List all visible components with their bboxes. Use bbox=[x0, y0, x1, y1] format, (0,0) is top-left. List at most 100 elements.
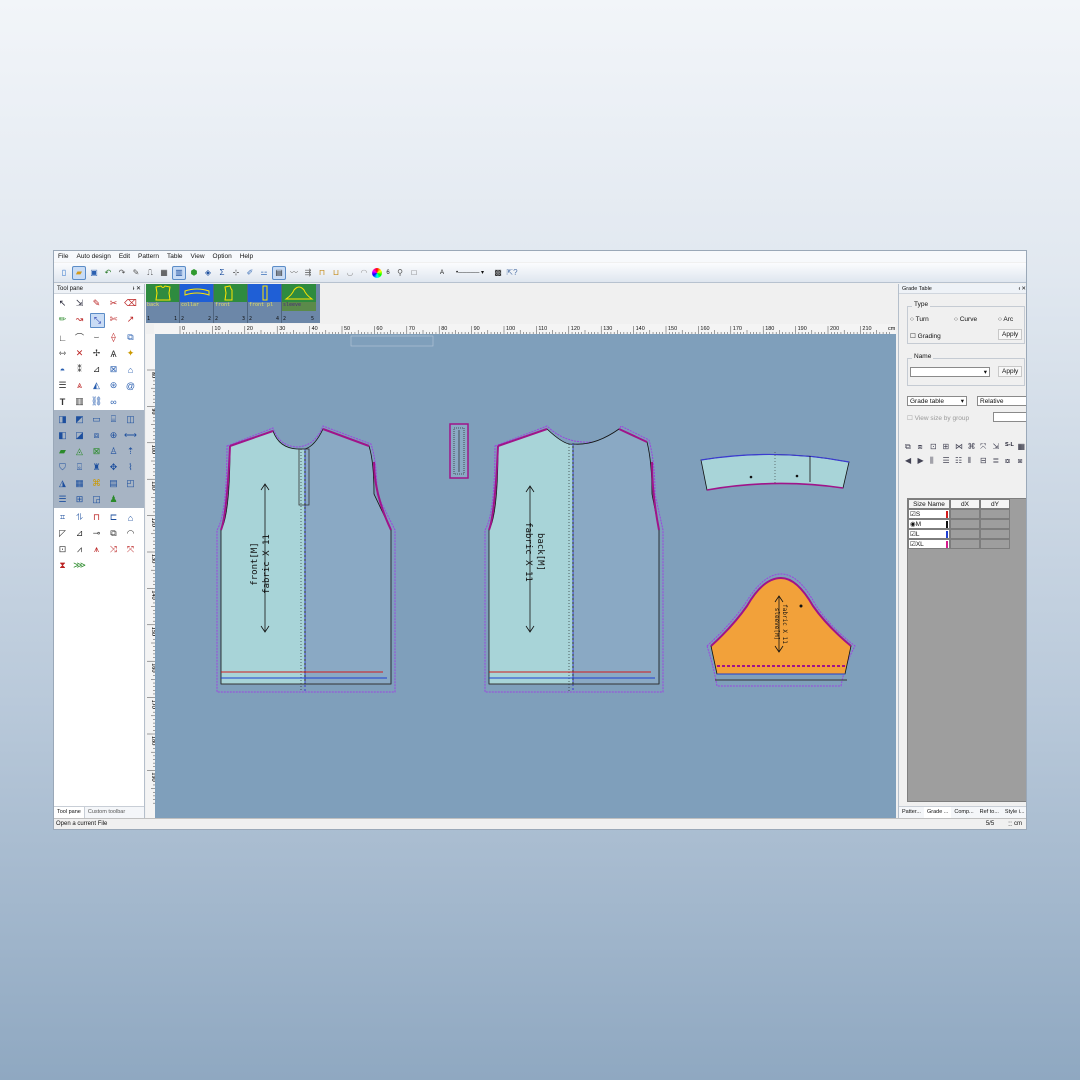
piece-thumb-back[interactable]: back 1 1 bbox=[146, 284, 180, 323]
line-adjust-icon[interactable]: ⤡ bbox=[90, 313, 105, 328]
grade-tool-11-icon[interactable]: ⊡ bbox=[56, 543, 69, 556]
square-icon[interactable]: □ bbox=[408, 267, 420, 279]
pleat-icon[interactable]: ⩓ bbox=[73, 379, 86, 392]
next-icon[interactable]: ▶ bbox=[918, 456, 930, 466]
open-file-icon[interactable]: ▰ bbox=[72, 265, 86, 280]
sleeve-pattern-piece[interactable]: sleeve[M] fabric X 11 bbox=[706, 573, 856, 687]
save-icon[interactable]: ▣ bbox=[88, 267, 100, 279]
pen-line-icon[interactable]: ✎ bbox=[90, 297, 103, 310]
line-width-value[interactable]: 6 bbox=[384, 267, 392, 279]
view-by-group-checkbox[interactable]: ☐ View size by group bbox=[907, 414, 969, 422]
line-style-label[interactable]: A bbox=[436, 267, 448, 279]
paste-y-icon[interactable]: ⊞ bbox=[943, 442, 955, 452]
piece-tool-13-icon[interactable]: ⊠ bbox=[90, 445, 103, 458]
corner-icon[interactable]: ∟ bbox=[56, 331, 69, 344]
piece-tool-24-icon[interactable]: ▤ bbox=[107, 477, 120, 490]
house-icon[interactable]: ⌂ bbox=[124, 363, 137, 376]
dx-cell[interactable] bbox=[950, 509, 980, 519]
grid-icon[interactable]: ▦ bbox=[158, 267, 170, 279]
pen-icon[interactable]: ✎ bbox=[130, 267, 142, 279]
split-icon[interactable]: ✢ bbox=[90, 347, 103, 360]
menu-table[interactable]: Table bbox=[163, 253, 187, 260]
size-cell[interactable]: ☑ S bbox=[908, 509, 950, 519]
rows-icon[interactable]: ≣ bbox=[993, 456, 1005, 466]
piece-thumb-collar[interactable]: collar 2 2 bbox=[180, 284, 214, 323]
cut-tool-icon[interactable]: ✂ bbox=[107, 297, 120, 310]
piece-tool-23-icon[interactable]: ⌘ bbox=[90, 477, 103, 490]
grade-tool-5-icon[interactable]: ⌂ bbox=[124, 511, 137, 524]
size-row-xl[interactable]: ☑ XL bbox=[908, 539, 1026, 549]
smart-pen-icon[interactable]: ⇲ bbox=[73, 297, 86, 310]
curve2-icon[interactable]: ⌣ bbox=[90, 331, 103, 344]
shape2-icon[interactable]: ◠ bbox=[358, 267, 370, 279]
dy-cell[interactable] bbox=[980, 529, 1010, 539]
piece-tool-10-icon[interactable]: ⟷ bbox=[124, 429, 137, 442]
link-icon[interactable]: ⛓ bbox=[90, 395, 103, 408]
sum-icon[interactable]: Σ bbox=[216, 267, 228, 279]
grade-tool-4-icon[interactable]: ⊏ bbox=[107, 511, 120, 524]
curve-edit-icon[interactable]: ↝ bbox=[73, 313, 86, 326]
piece-thumb-sleeve[interactable]: sleeve 2 5 bbox=[282, 284, 316, 323]
piece-tool-19-icon[interactable]: ✥ bbox=[107, 461, 120, 474]
piece-tool-7-icon[interactable]: ◪ bbox=[73, 429, 86, 442]
seam-icon[interactable]: ☰ bbox=[56, 379, 69, 392]
drill-icon[interactable]: ⊛ bbox=[107, 379, 120, 392]
curve-icon[interactable]: 〰 bbox=[288, 267, 300, 279]
dx-cell[interactable] bbox=[950, 529, 980, 539]
grade-tool-9-icon[interactable]: ⧉ bbox=[107, 527, 120, 540]
shape-icon[interactable]: ◡ bbox=[344, 267, 356, 279]
size-row-l[interactable]: ☑ L bbox=[908, 529, 1026, 539]
grading-icon[interactable]: ◈ bbox=[202, 267, 214, 279]
piece-tool-6-icon[interactable]: ◧ bbox=[56, 429, 69, 442]
grade-tool-14-icon[interactable]: ⤨ bbox=[107, 543, 120, 556]
piece-tool-4-icon[interactable]: ⌸ bbox=[107, 413, 120, 426]
text-tool-icon[interactable]: T bbox=[56, 395, 69, 408]
table-icon[interactable]: ▤ bbox=[272, 265, 286, 280]
front-pattern-piece[interactable]: front[M] fabric X 11 bbox=[216, 425, 396, 693]
apply-name-button[interactable]: Apply bbox=[998, 366, 1023, 377]
select-arrow-icon[interactable]: ↖ bbox=[56, 297, 69, 310]
fold-icon[interactable]: ⊠ bbox=[107, 363, 120, 376]
s-l-icon[interactable]: S-L bbox=[1005, 442, 1017, 452]
paste-x-icon[interactable]: ⊡ bbox=[930, 442, 942, 452]
mode-select[interactable]: Grade table ▾ bbox=[907, 396, 967, 406]
menu-view[interactable]: View bbox=[187, 253, 209, 260]
back-pattern-piece[interactable]: back[M] fabric X 11 bbox=[484, 425, 664, 693]
piece-tool-27-icon[interactable]: ⊞ bbox=[73, 493, 86, 506]
grade-tool-15-icon[interactable]: ⤧ bbox=[124, 543, 137, 556]
piece-thumb-front[interactable]: front 2 3 bbox=[214, 284, 248, 323]
menu-auto-design[interactable]: Auto design bbox=[72, 253, 114, 260]
mirror-x-icon[interactable]: ⋈ bbox=[955, 442, 967, 452]
apply-type-button[interactable]: Apply bbox=[998, 329, 1023, 340]
split-grid-icon[interactable]: ⊟ bbox=[980, 456, 992, 466]
grade-tool-8-icon[interactable]: ⊸ bbox=[90, 527, 103, 540]
size-cell[interactable]: ◉ M bbox=[908, 519, 950, 529]
dy-cell[interactable] bbox=[980, 519, 1010, 529]
grade-grid-icon[interactable]: ▦ bbox=[1018, 442, 1027, 452]
measure-tape-icon[interactable]: ⇿ bbox=[56, 347, 69, 360]
piece-tool-3-icon[interactable]: ▭ bbox=[90, 413, 103, 426]
scale-icon[interactable]: ⇲ bbox=[993, 442, 1005, 452]
radio-turn[interactable]: ○ Turn bbox=[910, 316, 929, 323]
size-row-m[interactable]: ◉ M bbox=[908, 519, 1026, 529]
print-icon[interactable]: ⎍ bbox=[144, 267, 156, 279]
columns-icon[interactable]: ⫼ bbox=[930, 456, 942, 466]
knife-icon[interactable]: ⟠ bbox=[107, 331, 120, 344]
piece-tool-1-icon[interactable]: ◨ bbox=[56, 413, 69, 426]
spiral-icon[interactable]: @ bbox=[124, 379, 137, 392]
panel-pin-close-icon[interactable]: ᵼ ✕ bbox=[1019, 286, 1026, 292]
bars-icon[interactable]: ⫴ bbox=[968, 456, 980, 466]
piece-tool-9-icon[interactable]: ⊕ bbox=[107, 429, 120, 442]
piece-tool-22-icon[interactable]: ▦ bbox=[73, 477, 86, 490]
angle-icon[interactable]: ⊿ bbox=[90, 363, 103, 376]
chain-icon[interactable]: ∞ bbox=[107, 395, 120, 408]
hierarchy-icon[interactable]: ⚍ bbox=[258, 267, 270, 279]
name-select[interactable]: ▾ bbox=[910, 367, 990, 377]
piece-tool-2-icon[interactable]: ◩ bbox=[73, 413, 86, 426]
grade-tool-10-icon[interactable]: ◠ bbox=[124, 527, 137, 540]
layout-icon[interactable]: ▥ bbox=[172, 265, 186, 280]
menu-pattern[interactable]: Pattern bbox=[134, 253, 163, 260]
wand-icon[interactable]: ✦ bbox=[124, 347, 137, 360]
arc-icon[interactable]: ⌒ bbox=[73, 331, 86, 344]
radio-arc[interactable]: ○ Arc bbox=[998, 316, 1013, 323]
